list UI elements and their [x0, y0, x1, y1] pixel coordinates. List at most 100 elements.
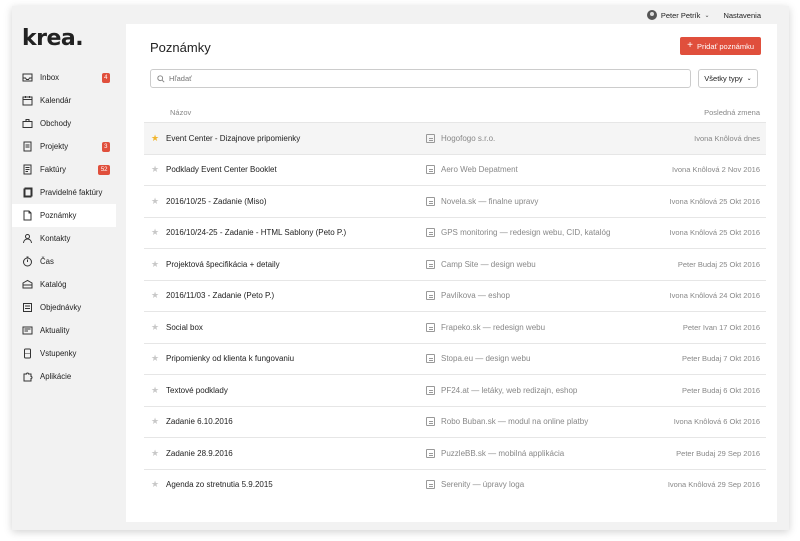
sidebar-item-poznamky[interactable]: Poznámky	[12, 204, 116, 227]
note-project[interactable]: Camp Site — design webu	[426, 259, 536, 269]
last-change: Ivona Knôlová 6 Okt 2016	[673, 417, 760, 427]
sidebar-item-objednavky[interactable]: Objednávky	[12, 296, 116, 319]
note-title[interactable]: Pripomienky od klienta k fungovaniu	[166, 354, 426, 363]
search-field[interactable]	[150, 69, 691, 88]
table-row[interactable]: ★ 2016/10/24-25 - Zadanie - HTML Sablony …	[144, 216, 766, 249]
sidebar-item-katalog[interactable]: Katalóg	[12, 273, 116, 296]
note-title[interactable]: Podklady Event Center Booklet	[166, 165, 426, 174]
note-project[interactable]: Hogofogo s.r.o.	[426, 133, 496, 143]
user-menu[interactable]: Peter Petrík ⌄	[646, 10, 709, 20]
table-row[interactable]: ★ Event Center - Dizajnove pripomienky Hog…	[144, 122, 766, 154]
note-project[interactable]: Novela.sk — finalne upravy	[426, 196, 538, 206]
sidebar-item-projekty[interactable]: Projekty 3	[12, 135, 116, 158]
note-project[interactable]: Frapeko.sk — redesign webu	[426, 322, 545, 332]
count-badge: 52	[98, 165, 110, 175]
column-header-name[interactable]: Názov	[144, 108, 191, 117]
add-note-button[interactable]: + Pridať poznámku	[680, 37, 761, 55]
logo[interactable]: krea.	[22, 26, 84, 51]
note-title[interactable]: Textové podklady	[166, 386, 426, 395]
table-row[interactable]: ★ Agenda zo stretnutia 5.9.2015 Serenity —…	[144, 468, 766, 501]
project-name: GPS monitoring — redesign webu, CID, kat…	[441, 228, 611, 238]
star-icon[interactable]: ★	[144, 196, 166, 207]
project-icon	[426, 133, 435, 143]
note-title[interactable]: Zadanie 28.9.2016	[166, 449, 426, 458]
sidebar-item-label: Kalendár	[40, 96, 72, 105]
project-icon	[426, 448, 435, 458]
star-icon[interactable]: ★	[144, 290, 166, 301]
sidebar-item-inbox[interactable]: Inbox 4	[12, 66, 116, 89]
note-project[interactable]: PF24.at — letáky, web redizajn, eshop	[426, 385, 577, 395]
sidebar-item-vstupenky[interactable]: Vstupenky	[12, 342, 116, 365]
note-title[interactable]: 2016/10/24-25 - Zadanie - HTML Sablony (…	[166, 228, 426, 237]
star-icon[interactable]: ★	[144, 416, 166, 427]
project-name: Robo Buban.sk — modul na online platby	[441, 417, 589, 427]
project-icon	[426, 417, 435, 427]
star-icon[interactable]: ★	[144, 133, 166, 144]
table-row[interactable]: ★ Social box Frapeko.sk — redesign webu Pet…	[144, 311, 766, 343]
note-title[interactable]: 2016/11/03 - Zadanie (Peto P.)	[166, 291, 426, 300]
project-name: Hogofogo s.r.o.	[441, 133, 496, 143]
table-row[interactable]: ★ Pripomienky od klienta k fungovaniu Stop…	[144, 342, 766, 375]
sidebar-item-label: Katalóg	[40, 280, 67, 289]
project-icon	[426, 165, 435, 175]
sidebar-item-label: Kontakty	[40, 234, 71, 243]
settings-link[interactable]: Nastavenia	[723, 11, 761, 20]
sidebar-item-kontakty[interactable]: Kontakty	[12, 227, 116, 250]
note-project[interactable]: PuzzleBB.sk — mobilná applikácia	[426, 448, 565, 458]
sidebar-item-cas[interactable]: Čas	[12, 250, 116, 273]
note-title[interactable]: 2016/10/25 - Zadanie (Miso)	[166, 197, 426, 206]
contacts-icon	[22, 233, 33, 244]
inbox-icon	[22, 72, 33, 83]
star-icon[interactable]: ★	[144, 448, 166, 459]
table-row[interactable]: ★ Zadanie 28.9.2016 PuzzleBB.sk — mobilná …	[144, 437, 766, 469]
table-row[interactable]: ★ 2016/10/25 - Zadanie (Miso) Novela.sk — …	[144, 185, 766, 217]
sidebar-item-label: Inbox	[40, 73, 60, 82]
note-title[interactable]: Social box	[166, 323, 426, 332]
last-change: Peter Ivan 17 Okt 2016	[682, 322, 760, 332]
note-project[interactable]: Robo Buban.sk — modul na online platby	[426, 417, 589, 427]
project-icon	[426, 480, 435, 490]
sidebar-item-aplikacie[interactable]: Aplikácie	[12, 365, 116, 388]
note-project[interactable]: GPS monitoring — redesign webu, CID, kat…	[426, 228, 611, 238]
note-project[interactable]: Pavlíkova — eshop	[426, 291, 510, 301]
notes-table: Názov Posledná zmena ★ Event Center - Diz…	[144, 102, 766, 500]
last-change: Ivona Knôlová 25 Okt 2016	[669, 196, 760, 206]
note-title[interactable]: Zadanie 6.10.2016	[166, 417, 426, 426]
star-icon[interactable]: ★	[144, 353, 166, 364]
table-row[interactable]: ★ Podklady Event Center Booklet Aero Web D…	[144, 153, 766, 186]
last-change: Peter Budaj 25 Okt 2016	[677, 259, 760, 269]
star-icon[interactable]: ★	[144, 164, 166, 175]
note-project[interactable]: Stopa.eu — design webu	[426, 354, 531, 364]
table-row[interactable]: ★ 2016/11/03 - Zadanie (Peto P.) Pavlíkova…	[144, 279, 766, 312]
star-icon[interactable]: ★	[144, 259, 166, 270]
note-title[interactable]: Event Center - Dizajnove pripomienky	[166, 134, 426, 143]
sidebar-item-faktury[interactable]: Faktúry 52	[12, 158, 116, 181]
project-name: PuzzleBB.sk — mobilná applikácia	[441, 448, 565, 458]
sidebar-item-obchody[interactable]: Obchody	[12, 112, 116, 135]
note-title[interactable]: Agenda zo stretnutia 5.9.2015	[166, 480, 426, 489]
note-project[interactable]: Serenity — úpravy loga	[426, 480, 524, 490]
star-icon[interactable]: ★	[144, 385, 166, 396]
star-icon[interactable]: ★	[144, 479, 166, 490]
table-row[interactable]: ★ Zadanie 6.10.2016 Robo Buban.sk — modul …	[144, 405, 766, 438]
note-title[interactable]: Projektová špecifikácia + detaily	[166, 260, 426, 269]
page-title: Poznámky	[150, 40, 211, 55]
star-icon[interactable]: ★	[144, 322, 166, 333]
search-input[interactable]	[169, 74, 690, 83]
sidebar-item-label: Pravidelné faktúry	[40, 188, 103, 197]
table-row[interactable]: ★ Textové podklady PF24.at — letáky, web r…	[144, 374, 766, 406]
sidebar-item-kalendar[interactable]: Kalendár	[12, 89, 116, 112]
main-panel: Poznámky + Pridať poznámku Všetky typy ⌄…	[126, 24, 777, 522]
star-icon[interactable]: ★	[144, 227, 166, 238]
briefcase-icon	[22, 118, 33, 129]
sidebar-item-aktuality[interactable]: Aktuality	[12, 319, 116, 342]
last-change: Peter Budaj 29 Sep 2016	[676, 448, 760, 458]
sidebar-item-pravidelne-faktury[interactable]: Pravidelné faktúry	[12, 181, 116, 204]
project-name: Camp Site — design webu	[441, 259, 536, 269]
table-row[interactable]: ★ Projektová špecifikácia + detaily Camp S…	[144, 248, 766, 280]
note-project[interactable]: Aero Web Depatment	[426, 165, 518, 175]
type-filter-select[interactable]: Všetky typy ⌄	[698, 69, 758, 88]
column-header-last-change[interactable]: Posledná zmena	[704, 108, 766, 117]
project-name: Stopa.eu — design webu	[441, 354, 531, 364]
user-name: Peter Petrík	[660, 10, 701, 20]
